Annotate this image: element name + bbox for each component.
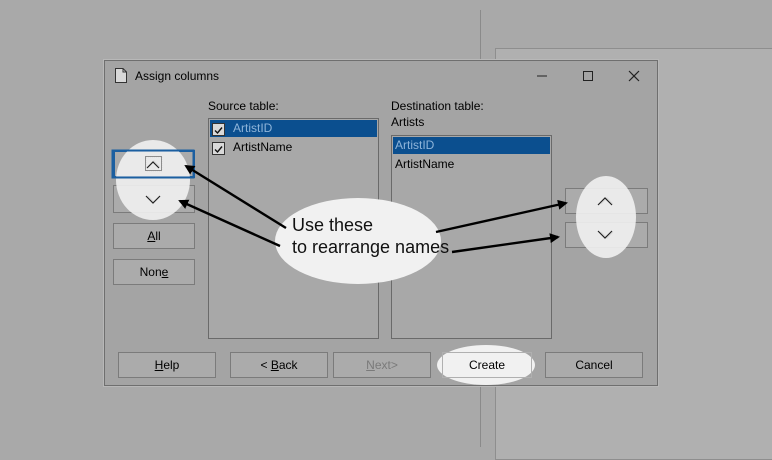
arrow-to-up-right [435, 199, 568, 234]
arrow-to-down-right [451, 233, 560, 254]
arrow-to-down-left [178, 199, 281, 248]
arrow-to-up-left [184, 164, 287, 230]
callout-arrows [178, 164, 568, 254]
